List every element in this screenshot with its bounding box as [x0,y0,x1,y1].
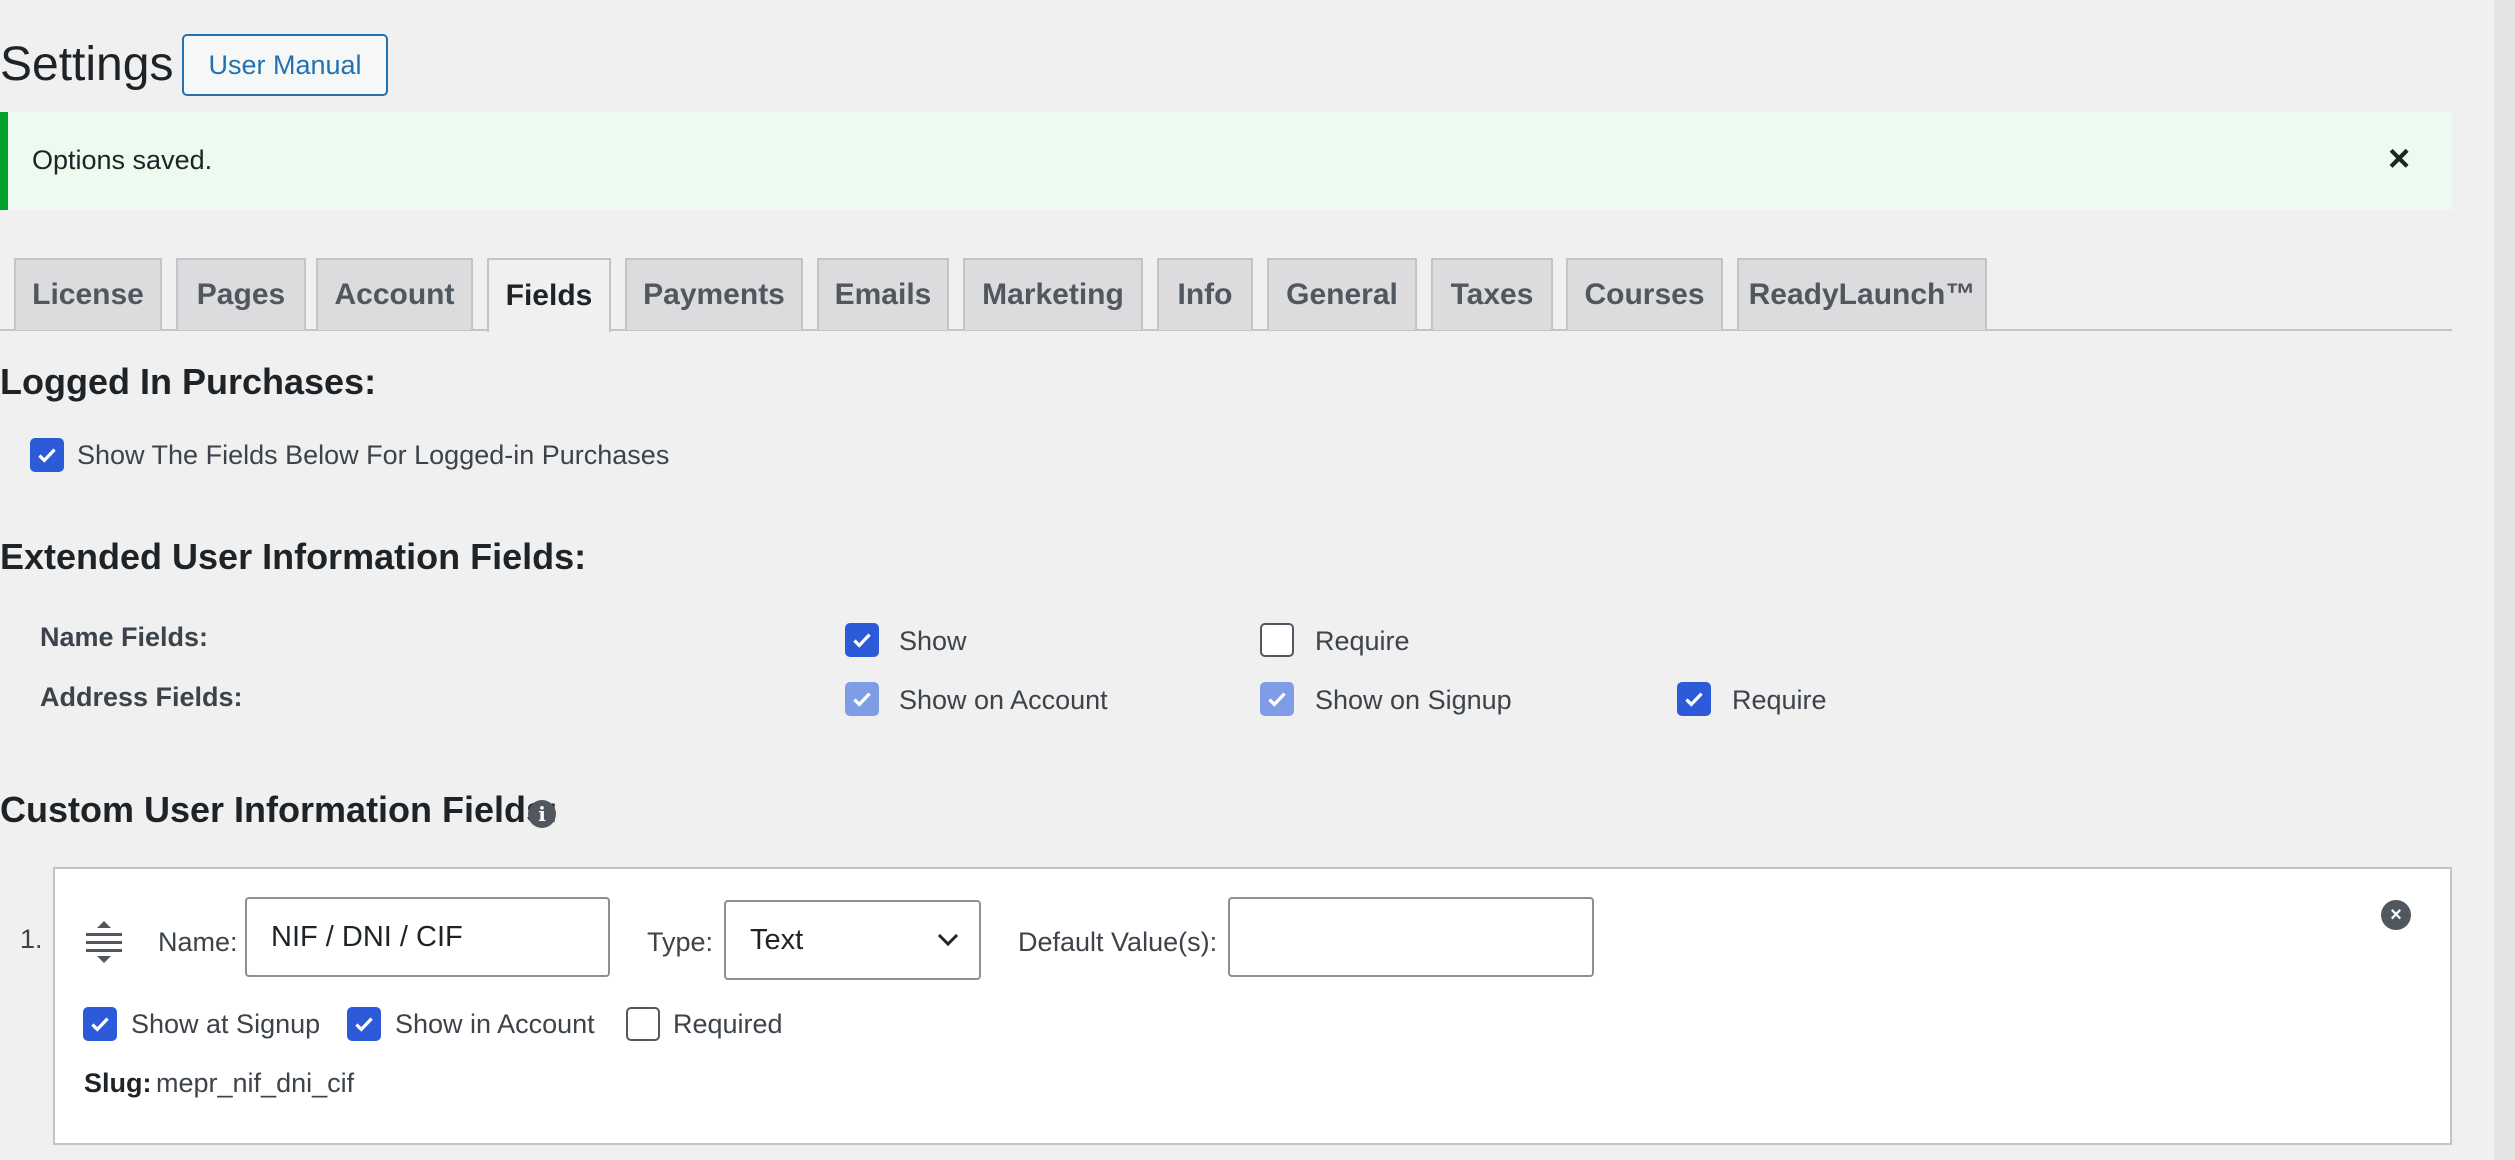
remove-field-icon[interactable]: × [2381,900,2411,930]
show-at-signup-label: Show at Signup [131,1009,321,1039]
tab-courses[interactable]: Courses [1566,258,1723,330]
page-title: Settings [0,38,174,91]
name-fields-show-checkbox[interactable] [845,623,879,657]
info-icon[interactable]: i [528,800,556,828]
address-show-on-account-label: Show on Account [899,685,1108,715]
tab-pages[interactable]: Pages [176,258,306,330]
field-name-input[interactable]: NIF / DNI / CIF [245,897,610,977]
address-show-on-account-checkbox[interactable] [845,682,879,716]
show-at-signup-checkbox[interactable] [83,1007,117,1041]
tab-readylaunch[interactable]: ReadyLaunch™ [1737,258,1987,330]
checkmark-icon [1685,692,1703,707]
address-show-on-signup-checkbox[interactable] [1260,682,1294,716]
notice-text: Options saved. [32,145,213,175]
default-value-label: Default Value(s): [1018,927,1218,957]
slug-value: mepr_nif_dni_cif [156,1068,355,1098]
required-label: Required [673,1009,783,1039]
tab-info[interactable]: Info [1157,258,1253,330]
logged-in-purchases-checkbox[interactable] [30,438,64,472]
name-fields-require-label: Require [1315,626,1410,656]
checkmark-icon [91,1017,109,1032]
chevron-down-icon [937,933,959,947]
options-saved-notice [0,112,2452,210]
tab-general[interactable]: General [1267,258,1417,330]
address-show-on-signup-label: Show on Signup [1315,685,1512,715]
address-require-label: Require [1732,685,1827,715]
slug-label: Slug: [84,1068,152,1098]
tab-account[interactable]: Account [316,258,473,330]
required-checkbox[interactable] [626,1007,660,1041]
tab-taxes[interactable]: Taxes [1431,258,1553,330]
default-value-input[interactable] [1228,897,1594,977]
type-label: Type: [647,927,714,957]
name-fields-show-label: Show [899,626,967,656]
address-fields-label: Address Fields: [40,682,243,712]
name-fields-require-checkbox[interactable] [1260,623,1294,657]
name-label: Name: [158,927,238,957]
tab-license[interactable]: License [14,258,162,330]
vertical-scrollbar[interactable] [2494,0,2515,1160]
tab-fields[interactable]: Fields [487,258,611,332]
name-fields-label: Name Fields: [40,622,209,652]
custom-fields-heading: Custom User Information Fields: [0,789,559,830]
dismiss-notice-icon[interactable]: × [2388,140,2410,178]
tab-marketing[interactable]: Marketing [963,258,1143,330]
logged-in-purchases-heading: Logged In Purchases: [0,361,377,402]
extended-fields-heading: Extended User Information Fields: [0,536,587,577]
tab-emails[interactable]: Emails [817,258,949,330]
checkmark-icon [853,692,871,707]
show-in-account-label: Show in Account [395,1009,595,1039]
logged-in-purchases-label: Show The Fields Below For Logged-in Purc… [77,440,670,470]
checkmark-icon [355,1017,373,1032]
tab-payments[interactable]: Payments [625,258,803,330]
checkmark-icon [853,633,871,648]
field-type-value: Text [750,923,804,956]
field-number: 1. [20,924,43,954]
user-manual-button[interactable]: User Manual [182,34,388,96]
show-in-account-checkbox[interactable] [347,1007,381,1041]
address-require-checkbox[interactable] [1677,682,1711,716]
checkmark-icon [38,448,56,463]
checkmark-icon [1268,692,1286,707]
field-type-select[interactable]: Text [724,900,981,980]
drag-handle-icon[interactable] [84,920,124,964]
